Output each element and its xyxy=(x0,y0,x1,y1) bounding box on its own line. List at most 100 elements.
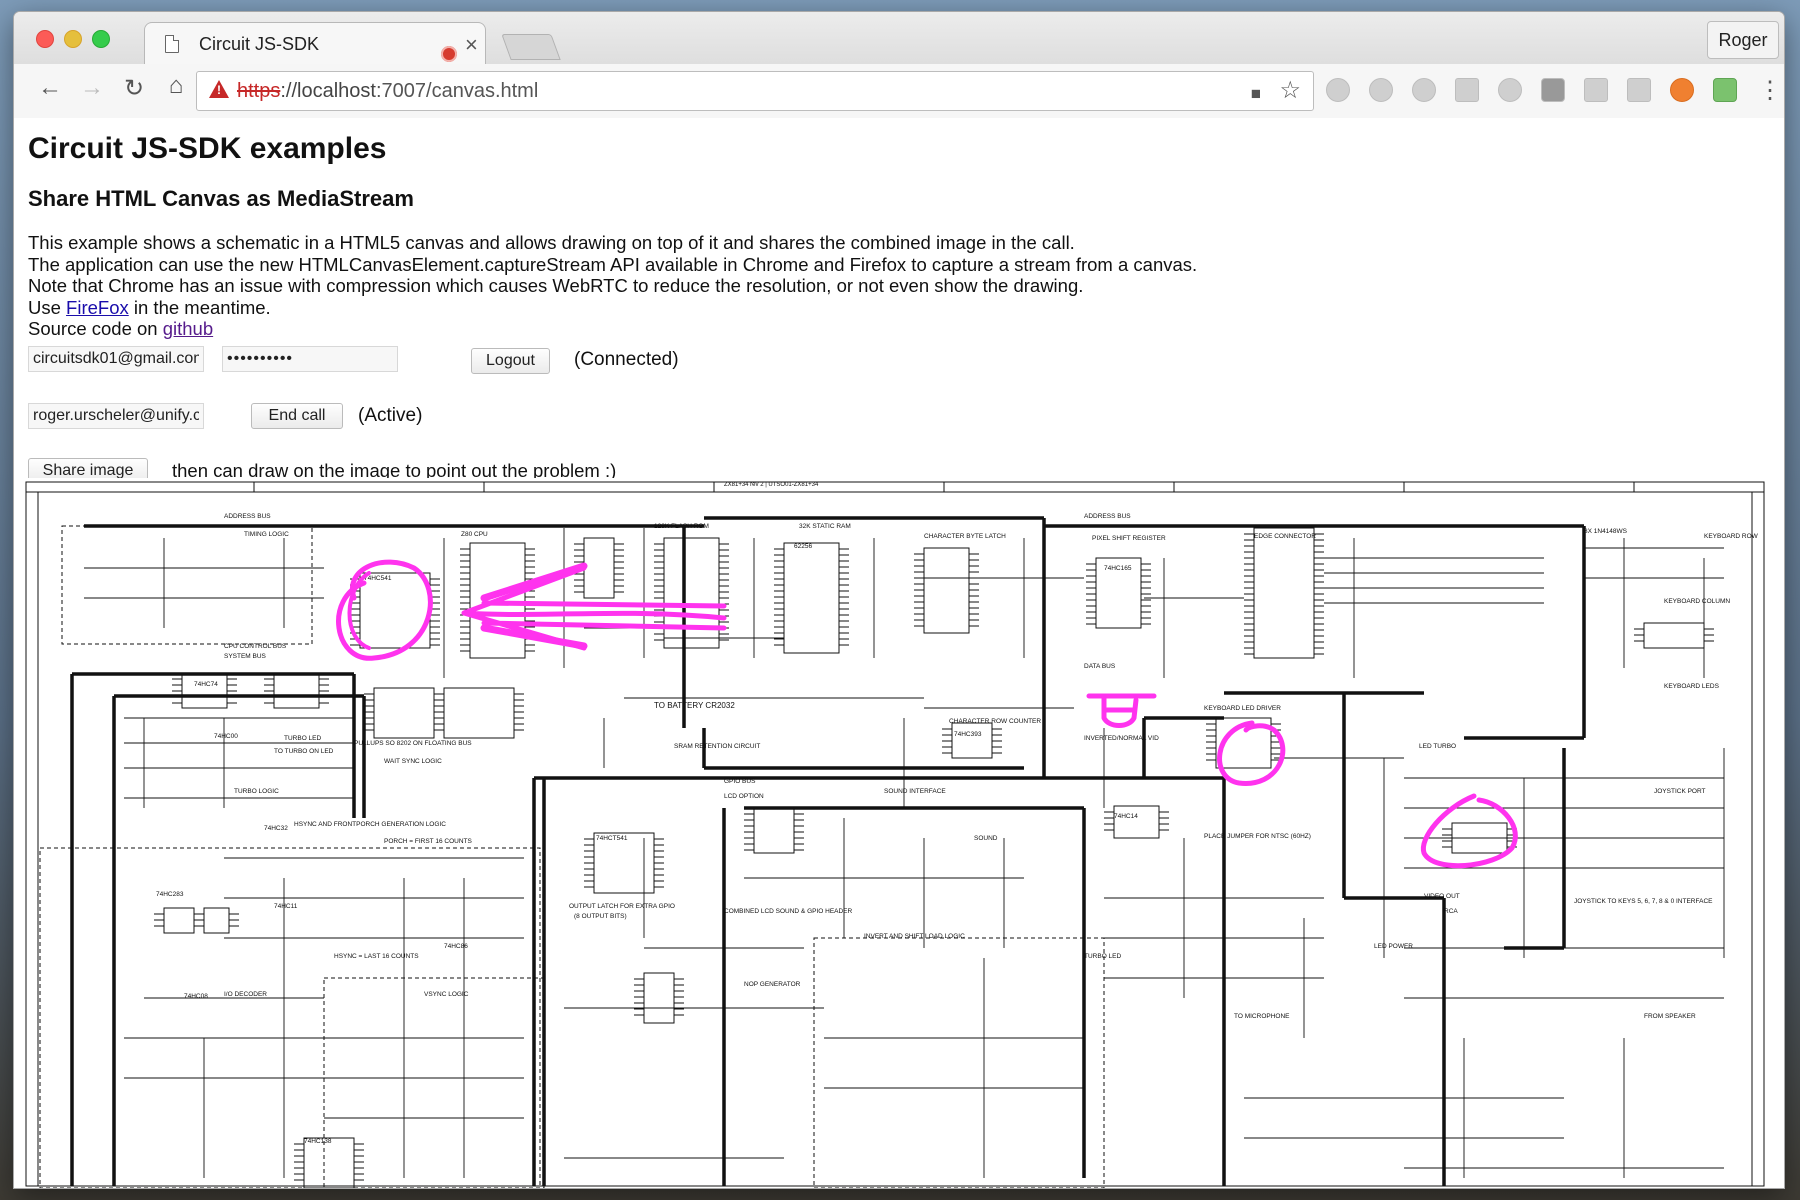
schematic-label: 74HC138 xyxy=(304,1138,332,1145)
schematic-label: LED TURBO xyxy=(1419,743,1456,750)
schematic-label: PORCH = FIRST 16 COUNTS xyxy=(384,838,472,845)
extension-3-icon[interactable] xyxy=(1412,78,1436,102)
schematic-label: SOUND xyxy=(974,835,998,842)
schematic-label: Z80 CPU xyxy=(461,531,488,538)
flash-rom-chip xyxy=(663,537,720,649)
pink-annotations xyxy=(336,559,1518,869)
new-tab-button[interactable] xyxy=(501,34,561,60)
schematic-label: I/O DECODER xyxy=(224,991,267,998)
reload-button[interactable]: ↻ xyxy=(118,74,150,103)
schematic-label: KEYBOARD COLUMN xyxy=(1664,598,1730,605)
end-call-button[interactable]: End call xyxy=(251,403,343,429)
tab-title: Circuit JS-SDK xyxy=(199,34,320,54)
browser-menu-icon[interactable]: ⋮ xyxy=(1758,76,1782,105)
address-bar[interactable]: https://localhost:7007/canvas.html ■ ☆ xyxy=(196,71,1314,111)
not-secure-warning-icon[interactable] xyxy=(209,80,229,98)
home-button[interactable]: ⌂ xyxy=(160,72,192,100)
edge-connector-chip xyxy=(1253,527,1315,659)
extension-1-icon[interactable] xyxy=(1326,78,1350,102)
text-source: Source code on xyxy=(28,318,163,339)
schematic-label: 32K STATIC RAM xyxy=(799,523,851,530)
schematic-label: VIDEO OUT xyxy=(1424,893,1460,900)
extension-6-icon[interactable] xyxy=(1541,78,1565,102)
window-maximize-button[interactable] xyxy=(92,30,110,48)
schematic-label: ZX81+34 rev 2 | UTSO01-ZX81+34 xyxy=(724,482,819,488)
back-button[interactable]: ← xyxy=(34,74,66,102)
logic-chip-2 xyxy=(163,907,195,934)
extension-10-icon[interactable] xyxy=(1713,78,1737,102)
schematic-label: CPU CONTROL BUS xyxy=(224,643,287,650)
latch-chip xyxy=(923,547,970,634)
schematic-label: LED POWER xyxy=(1374,943,1413,950)
window-minimize-button[interactable] xyxy=(64,30,82,48)
extension-8-icon[interactable] xyxy=(1627,78,1651,102)
bookmark-star-icon[interactable]: ☆ xyxy=(1279,76,1301,105)
page-subtitle: Share HTML Canvas as MediaStream xyxy=(28,186,414,211)
call-status: (Active) xyxy=(358,405,423,426)
schematic-label: ADDRESS BUS xyxy=(1084,513,1131,520)
page-icon xyxy=(165,35,179,53)
schematic-label: SRAM RETENTION CIRCUIT xyxy=(674,743,760,750)
schematic-label: FROM SPEAKER xyxy=(1644,1013,1696,1020)
window-close-button[interactable] xyxy=(36,30,54,48)
github-link[interactable]: github xyxy=(163,318,213,339)
schematic-label: EDGE CONNECTOR xyxy=(1254,533,1316,540)
firefox-link[interactable]: FireFox xyxy=(66,297,129,318)
lcd-module xyxy=(753,807,795,854)
pullup-resistors-2 xyxy=(443,687,515,739)
schematic-label: PULLUPS SO 8202 ON FLOATING BUS xyxy=(354,740,472,747)
schematic-label: TO MICROPHONE xyxy=(1234,1013,1290,1020)
extension-9-icon[interactable] xyxy=(1670,78,1694,102)
callee-field[interactable] xyxy=(28,403,204,429)
schematic-label: KEYBOARD LEDS xyxy=(1664,683,1720,690)
extension-drive-icon[interactable] xyxy=(1455,78,1479,102)
schematic-label: SYSTEM BUS xyxy=(224,653,267,660)
schematic-label: TIMING LOGIC xyxy=(244,531,289,538)
row-counter-chip xyxy=(951,722,993,759)
schematic-drawing[interactable]: ZX81+34 rev 2 | UTSO01-ZX81+34 ADDRESS BU… xyxy=(24,478,1768,1188)
url-text[interactable]: https://localhost:7007/canvas.html xyxy=(237,80,538,103)
ntsc-chip xyxy=(1113,805,1160,839)
url-path: :7007/canvas.html xyxy=(375,80,539,102)
logout-button[interactable]: Logout xyxy=(471,348,550,374)
email-field[interactable] xyxy=(28,346,204,372)
tab-circuit-sdk[interactable]: Circuit JS-SDK × xyxy=(144,22,486,65)
extension-5-icon[interactable] xyxy=(1498,78,1522,102)
password-field[interactable] xyxy=(222,346,398,372)
schematic-label: INVERT AND SHIFT LOAD LOGIC xyxy=(864,933,965,940)
description-line-3: Note that Chrome has an issue with compr… xyxy=(28,275,1084,296)
extension-7-icon[interactable] xyxy=(1584,78,1608,102)
schematic-label: PIXEL SHIFT REGISTER xyxy=(1092,535,1166,542)
description-line-2: The application can use the new HTMLCanv… xyxy=(28,253,1198,275)
url-scheme: https xyxy=(237,80,281,102)
forward-button[interactable]: → xyxy=(76,74,108,102)
keyboard-column-header xyxy=(1643,622,1705,649)
schematic-label: TURBO LED xyxy=(284,735,322,742)
schematic-label: JOYSTICK TO KEYS 5, 6, 7, 8 & 0 INTERFAC… xyxy=(1574,898,1713,905)
schematic-label: SOUND INTERFACE xyxy=(884,788,946,795)
extension-2-icon[interactable] xyxy=(1369,78,1393,102)
tab-close-icon[interactable]: × xyxy=(465,32,478,58)
schematic-label: (8 OUTPUT BITS) xyxy=(574,913,627,920)
page-title: Circuit JS-SDK examples xyxy=(28,132,387,165)
schematic-label: 74HC541 xyxy=(364,575,392,582)
schematic-label: 8X 1N4148WS xyxy=(1584,528,1628,535)
description-line-5: Source code on github xyxy=(28,318,1197,340)
schematic-label: OUTPUT LATCH FOR EXTRA GPIO xyxy=(569,903,675,910)
description-line-4: Use FireFox in the meantime. xyxy=(28,297,1197,319)
schematic-label: HSYNC AND FRONTPORCH GENERATION LOGIC xyxy=(294,821,446,828)
schematic-canvas[interactable]: ZX81+34 rev 2 | UTSO01-ZX81+34 ADDRESS BU… xyxy=(24,478,1768,1188)
pullup-resistors xyxy=(373,687,435,739)
schematic-label: PLACE JUMPER FOR NTSC (60HZ) xyxy=(1204,833,1311,840)
schematic-label: 74HC00 xyxy=(214,733,238,740)
annotation-circle-4 xyxy=(1420,793,1518,869)
logic-chip xyxy=(203,907,230,934)
schematic-label: KEYBOARD LED DRIVER xyxy=(1204,705,1281,712)
schematic-label: 74HCT541 xyxy=(596,835,628,842)
schematic-label: 74HC393 xyxy=(954,731,982,738)
nop-chip xyxy=(643,972,675,1024)
profile-button[interactable]: Roger xyxy=(1707,21,1779,59)
schematic-label: 74HC08 xyxy=(184,993,208,1000)
schematic-label: TURBO LOGIC xyxy=(234,788,279,795)
camera-icon[interactable]: ■ xyxy=(1251,84,1261,104)
